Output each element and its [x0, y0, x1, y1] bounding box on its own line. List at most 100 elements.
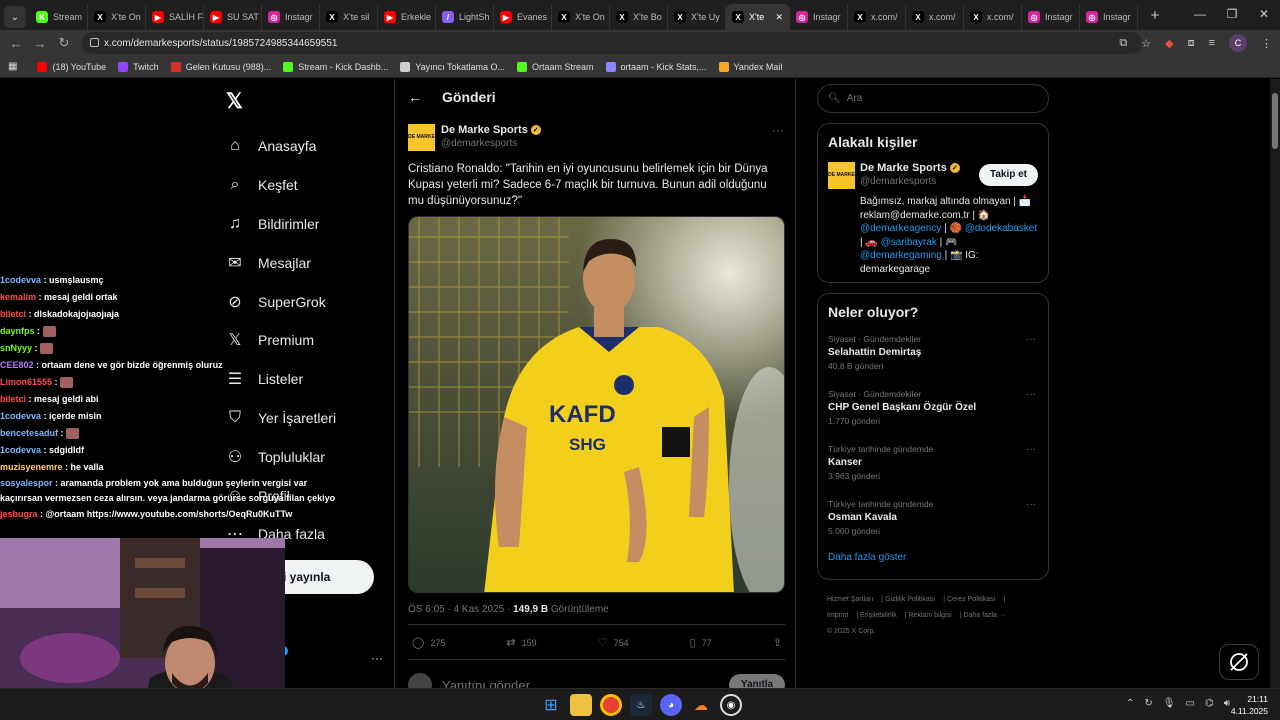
- footer-link[interactable]: Erişilebilirlik: [860, 612, 897, 619]
- reply-submit-button[interactable]: Yanıtla: [729, 674, 785, 688]
- author-avatar[interactable]: DE MARKE: [408, 124, 435, 151]
- sync-icon[interactable]: ↻: [1144, 698, 1152, 709]
- bookmark-item[interactable]: ortaam - Kick Stats,...: [605, 61, 707, 72]
- browser-tab[interactable]: ▶ SALİH F: [146, 4, 204, 30]
- trend-more-icon[interactable]: ···: [1026, 389, 1036, 400]
- browser-tab[interactable]: X X'te sil: [320, 4, 378, 30]
- mic-icon[interactable]: 🎙︎: [1163, 698, 1176, 709]
- post-date[interactable]: 4 Kas 2025: [454, 604, 505, 615]
- post-time[interactable]: ÖS 6:05: [408, 604, 445, 615]
- puzzle-icon[interactable]: ⧈: [1188, 37, 1195, 50]
- follow-button[interactable]: Takip et: [979, 164, 1038, 186]
- star-icon[interactable]: ☆: [1141, 37, 1151, 50]
- trend-more-icon[interactable]: ···: [1026, 444, 1036, 455]
- bio-link[interactable]: @dodekabasket: [965, 223, 1037, 234]
- post-image[interactable]: KAFD SHG: [408, 216, 785, 593]
- like-button[interactable]: ♡ 754: [598, 636, 629, 649]
- extension-icon[interactable]: ◆: [1165, 37, 1173, 50]
- bookmark-item[interactable]: (18) YouTube: [37, 61, 106, 72]
- footer-link[interactable]: Hizmet Şartları: [827, 596, 873, 603]
- start-button[interactable]: ⊞: [540, 694, 562, 716]
- close-window-button[interactable]: ✕: [1248, 0, 1280, 30]
- new-tab-button[interactable]: +: [1144, 7, 1166, 24]
- file-explorer-icon[interactable]: [570, 694, 592, 716]
- browser-tab[interactable]: X X'te On: [88, 4, 146, 30]
- reply-input[interactable]: Yanıtını gönder: [442, 678, 530, 689]
- back-button[interactable]: ←: [4, 36, 28, 51]
- bookmark-button[interactable]: ▯ 77: [690, 636, 712, 649]
- x-logo-icon[interactable]: 𝕏: [226, 89, 243, 114]
- steam-icon[interactable]: ♨: [630, 694, 652, 716]
- forward-button[interactable]: →: [28, 36, 52, 51]
- footer-link[interactable]: Çerez Politikası: [947, 596, 996, 603]
- nav-item-ke-fet[interactable]: ⌕ Keşfet: [226, 166, 336, 205]
- browser-tab[interactable]: ▶ SU SAT: [204, 4, 262, 30]
- clock[interactable]: 21:11 4.11.2025: [1231, 693, 1268, 717]
- browser-tab[interactable]: ◎ Instagr: [262, 4, 320, 30]
- search-input[interactable]: 🔍︎ Ara: [817, 84, 1049, 113]
- show-more-link[interactable]: Daha fazla göster: [818, 548, 1048, 573]
- bookmark-item[interactable]: Yandex Mail: [718, 61, 782, 72]
- browser-tab[interactable]: ◎ Instagr: [1022, 4, 1080, 30]
- author-handle[interactable]: @demarkesports: [441, 138, 541, 149]
- scrollbar-thumb[interactable]: [1272, 93, 1278, 149]
- maximize-button[interactable]: ❐: [1216, 0, 1248, 30]
- close-tab-icon[interactable]: ✕: [775, 12, 783, 23]
- volume-icon[interactable]: 🔊︎: [1224, 698, 1230, 709]
- trend-item[interactable]: Türkiye tarihinde gündemde Osman Kavala 5.…: [818, 493, 1048, 548]
- trend-item[interactable]: Siyaset · Gündemdekiler CHP Genel Başkanı…: [818, 383, 1048, 438]
- apps-icon[interactable]: ▦: [8, 61, 17, 72]
- related-person[interactable]: DE MARKE De Marke Sports ✓ @demarkesports…: [818, 150, 1048, 286]
- author-name[interactable]: De Marke Sports: [441, 124, 528, 136]
- minimize-button[interactable]: —: [1184, 0, 1216, 30]
- trend-item[interactable]: Türkiye tarihinde gündemde Kanser 3.963 gö…: [818, 438, 1048, 493]
- chevron-up-icon[interactable]: ⌃: [1126, 698, 1134, 709]
- site-info-icon[interactable]: [90, 38, 99, 47]
- share-button[interactable]: ⇪: [773, 636, 782, 649]
- browser-tab[interactable]: X X'te On: [552, 4, 610, 30]
- back-arrow-icon[interactable]: ←: [408, 89, 422, 105]
- browser-tab[interactable]: X X'te ✕: [726, 4, 790, 30]
- browser-tab[interactable]: X X'te Bo: [610, 4, 668, 30]
- trend-more-icon[interactable]: ···: [1026, 334, 1036, 345]
- grok-button[interactable]: [1219, 644, 1259, 680]
- footer-link[interactable]: Imprint: [827, 612, 848, 619]
- bio-link[interactable]: @saribayrak: [881, 237, 937, 248]
- browser-tab[interactable]: ▶ Evanes: [494, 4, 552, 30]
- display-icon[interactable]: ▭: [1186, 698, 1195, 709]
- post-more-icon[interactable]: ···: [772, 123, 784, 137]
- nav-item-anasayfa[interactable]: ⌂ Anasayfa: [226, 127, 336, 166]
- browser-tab[interactable]: Xx.com/: [848, 4, 906, 30]
- reload-button[interactable]: ↻: [52, 35, 76, 51]
- chrome-icon[interactable]: [600, 694, 622, 716]
- browser-tab[interactable]: X X'te Uy: [668, 4, 726, 30]
- repost-button[interactable]: ⇄ 159: [506, 636, 536, 649]
- browser-tab[interactable]: / LightSh: [436, 4, 494, 30]
- post-author[interactable]: DE MARKE De Marke Sports ✓ @demarkesports: [408, 124, 541, 151]
- network-icon[interactable]: ⌬: [1205, 698, 1214, 709]
- footer-link[interactable]: Reklam bilgisi: [909, 612, 952, 619]
- related-name[interactable]: De Marke Sports: [860, 162, 947, 174]
- profile-avatar[interactable]: C: [1229, 34, 1247, 52]
- bio-link[interactable]: @demarkegaming: [860, 250, 942, 261]
- trend-more-icon[interactable]: ···: [1026, 499, 1036, 510]
- browser-tab[interactable]: ◎ Instagr: [790, 4, 848, 30]
- account-more-icon[interactable]: ···: [371, 651, 383, 665]
- browser-tab[interactable]: ◎ Instagr: [1080, 4, 1138, 30]
- browser-tab[interactable]: K Stream: [30, 4, 88, 30]
- page-scrollbar[interactable]: [1270, 79, 1280, 688]
- browser-tab[interactable]: Xx.com/: [964, 4, 1022, 30]
- cloud-app-icon[interactable]: ☁: [690, 694, 712, 716]
- discord-icon[interactable]: ◕: [660, 694, 682, 716]
- install-app-icon[interactable]: ⧉: [1119, 37, 1127, 50]
- tab-search-button[interactable]: ⌄: [4, 6, 26, 28]
- footer-link[interactable]: Gizlilik Politikası: [885, 596, 935, 603]
- obs-icon[interactable]: ◉: [720, 694, 742, 716]
- browser-tab[interactable]: ▶ Erkekle: [378, 4, 436, 30]
- url-field[interactable]: x.com/demarkesports/status/1985724985344…: [82, 32, 1142, 54]
- media-icon[interactable]: ≡: [1209, 37, 1215, 49]
- bookmark-item[interactable]: Ortaam Stream: [517, 61, 594, 72]
- nav-item-bildirimler[interactable]: ♫ Bildirimler: [226, 205, 336, 244]
- trend-item[interactable]: Siyaset · Gündemdekiler Selahattin Demirt…: [818, 328, 1048, 383]
- footer-link[interactable]: Daha fazla ···: [963, 612, 1005, 619]
